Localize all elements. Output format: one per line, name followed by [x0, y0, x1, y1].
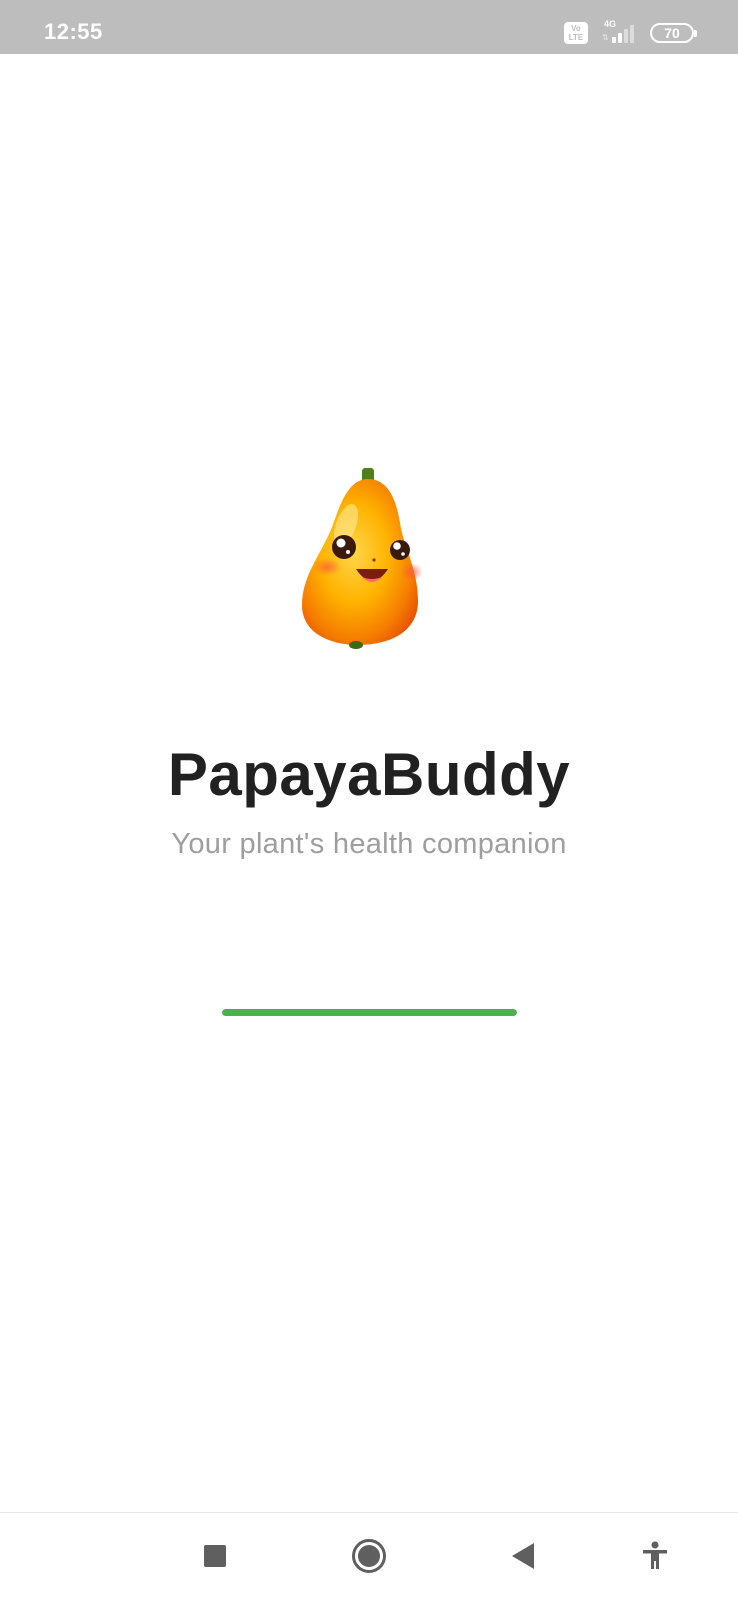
accessibility-person-icon [643, 1541, 667, 1569]
back-button[interactable] [498, 1531, 548, 1581]
battery-level: 70 [664, 25, 680, 41]
papaya-mascot-icon [302, 468, 423, 649]
navigation-bar [0, 1513, 738, 1600]
loading-progress-fill [222, 1009, 517, 1016]
volte-icon: Vo LTE [564, 22, 588, 44]
status-icons: Vo LTE 4G ⇅ 70 [564, 19, 697, 46]
network-type-label: 4G [604, 19, 617, 29]
triangle-back-icon [512, 1543, 534, 1569]
recents-button[interactable] [190, 1531, 240, 1581]
status-time: 12:55 [44, 19, 103, 44]
app-subtitle: Your plant's health companion [171, 828, 567, 860]
accessibility-button[interactable] [630, 1531, 680, 1581]
status-bar: 12:55 Vo LTE 4G ⇅ 70 [0, 0, 738, 54]
app-title: PapayaBuddy [167, 741, 571, 808]
home-button[interactable] [344, 1531, 394, 1581]
loading-progress-bar [222, 1009, 517, 1016]
square-recents-icon [204, 1545, 226, 1567]
circle-home-icon [352, 1539, 386, 1573]
signal-strength-icon: 4G ⇅ [600, 19, 638, 45]
battery-icon: 70 [650, 23, 697, 43]
